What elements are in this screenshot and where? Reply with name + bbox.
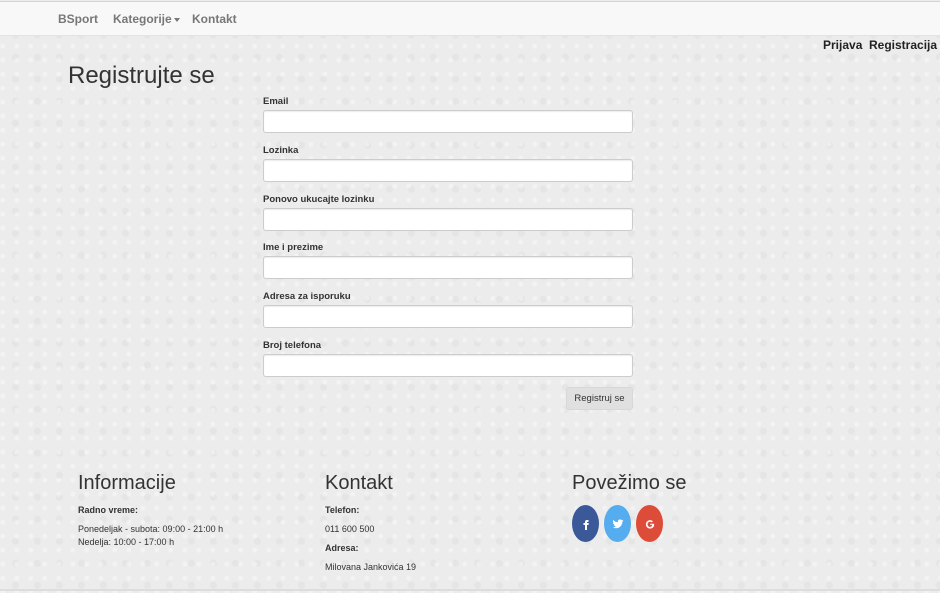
password-field[interactable] [263, 159, 633, 182]
nav-item-label: Kategorije [113, 12, 172, 26]
hours-sunday: Nedelja: 10:00 - 17:00 h [78, 537, 175, 547]
google-plus-icon [645, 519, 654, 529]
facebook-icon [583, 519, 589, 530]
caret-down-icon [173, 17, 180, 22]
register-button[interactable]: Registruj se [566, 387, 633, 410]
google-plus-link[interactable] [636, 505, 663, 542]
twitter-icon [612, 518, 623, 528]
footer-contact-title: Kontakt [325, 472, 393, 494]
form-group-password-confirm: Ponovo ukucajte lozinku [263, 194, 633, 231]
footer-contact: Kontakt Telefon: 011 600 500 Adresa: Mil… [325, 472, 416, 572]
footer-info: Informacije Radno vreme: Ponedeljak - su… [78, 472, 223, 549]
brand-link[interactable]: BSport [58, 12, 98, 26]
phone-value: 011 600 500 [325, 524, 375, 534]
page-title: Registrujte se [68, 62, 215, 89]
login-link[interactable]: Prijava [823, 38, 862, 52]
nav-item-kontakt[interactable]: Kontakt [192, 12, 237, 26]
password-label: Lozinka [263, 145, 299, 156]
address-label: Adresa za isporuku [263, 291, 351, 302]
form-group-full-name: Ime i prezime [263, 242, 633, 279]
nav-item-kategorije[interactable]: Kategorije [113, 12, 180, 26]
footer-info-title: Informacije [78, 472, 176, 494]
full-name-label: Ime i prezime [263, 242, 324, 253]
address-heading: Adresa: [325, 543, 359, 553]
footer-social-title: Povežimo se [572, 472, 687, 494]
phone-label: Broj telefona [263, 340, 322, 351]
hours-label: Radno vreme: [78, 505, 139, 515]
register-link[interactable]: Registracija [869, 38, 937, 52]
footer-social: Povežimo se [572, 472, 687, 505]
facebook-link[interactable] [572, 505, 599, 542]
full-name-field[interactable] [263, 256, 633, 279]
email-field[interactable] [263, 110, 633, 133]
address-value: Milovana Jankovića 19 [325, 562, 417, 572]
top-navbar: BSport Kategorije Kontakt [0, 1, 940, 36]
phone-heading: Telefon: [325, 505, 360, 515]
form-group-email: Email [263, 96, 633, 133]
phone-field[interactable] [263, 354, 633, 377]
twitter-link[interactable] [604, 505, 631, 542]
form-group-password: Lozinka [263, 145, 633, 182]
password-confirm-label: Ponovo ukucajte lozinku [263, 194, 375, 205]
email-label: Email [263, 96, 289, 107]
footer-bottom-divider [0, 589, 940, 591]
password-confirm-field[interactable] [263, 208, 633, 231]
form-group-address: Adresa za isporuku [263, 291, 633, 328]
hours-weekdays: Ponedeljak - subota: 09:00 - 21:00 h [78, 524, 224, 534]
form-group-phone: Broj telefona [263, 340, 633, 377]
address-field[interactable] [263, 305, 633, 328]
